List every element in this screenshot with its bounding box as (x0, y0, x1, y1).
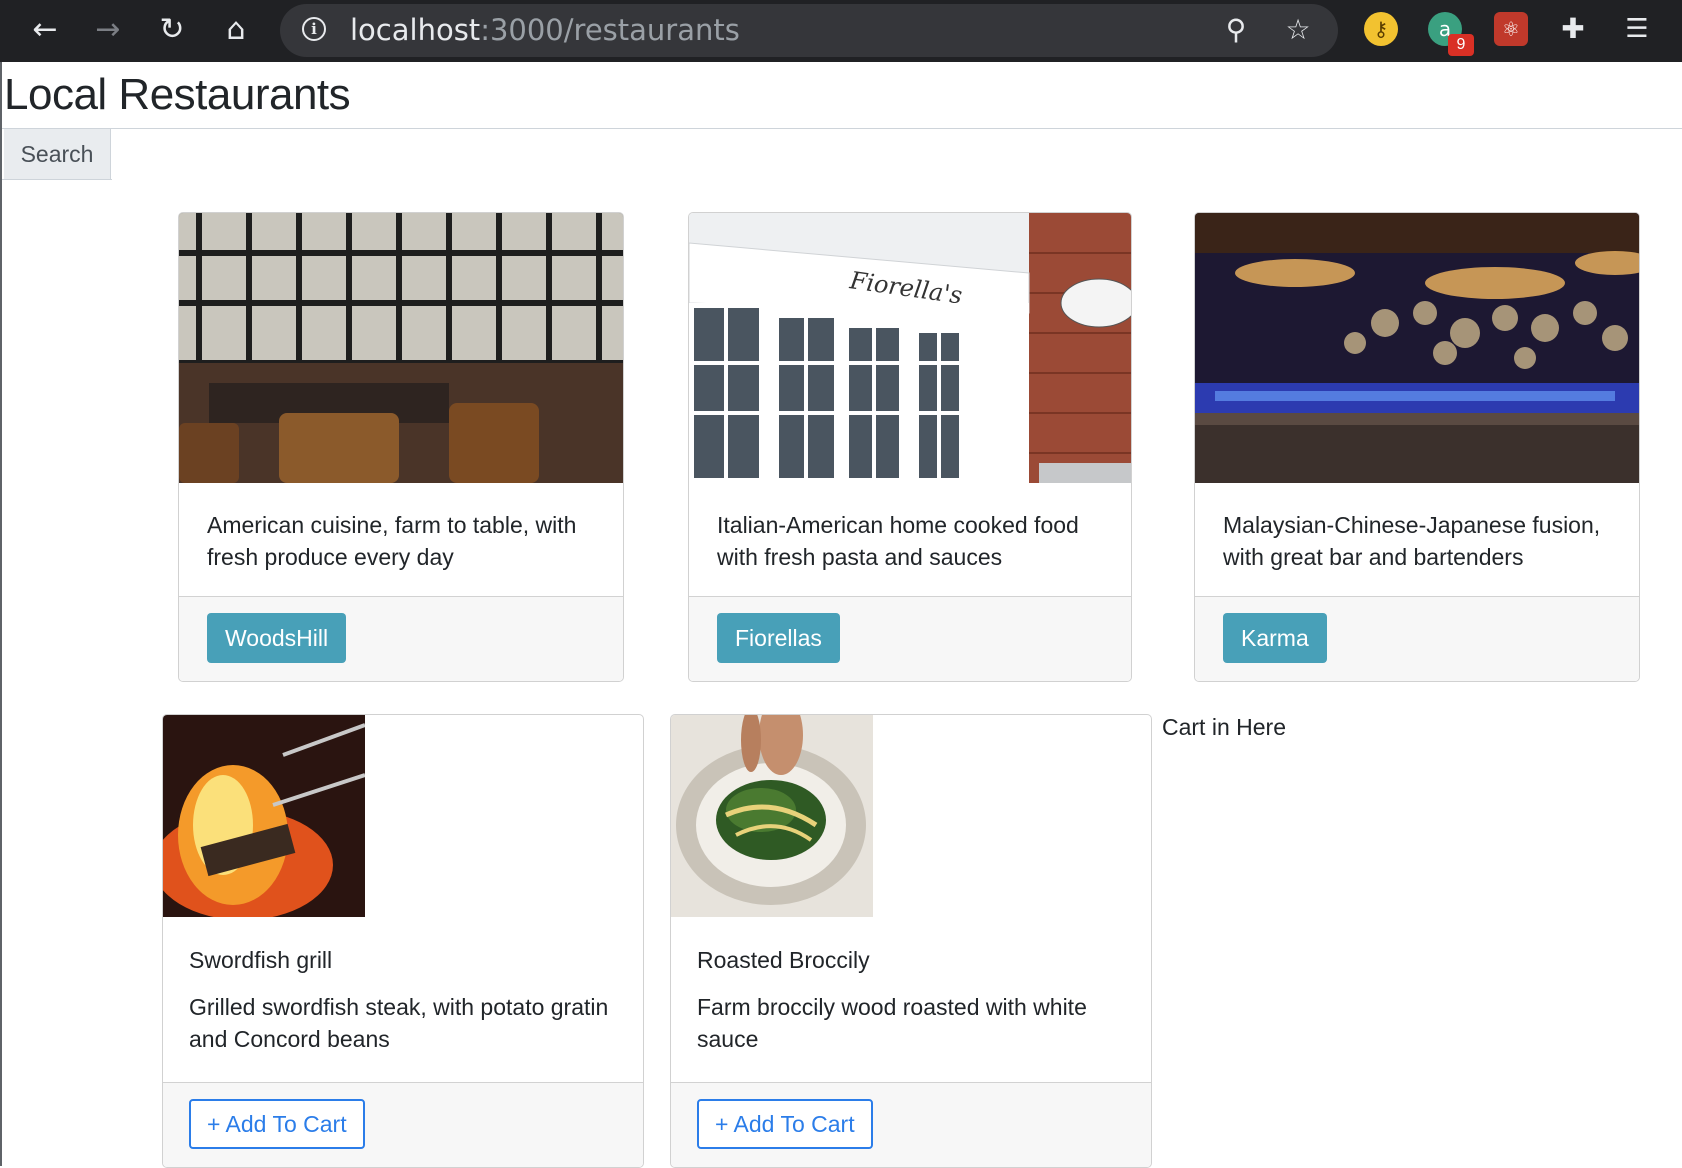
dish-image-swordfish (163, 715, 365, 917)
restaurant-description: Malaysian-Chinese-Japanese fusion, with … (1223, 512, 1601, 570)
restaurant-button-karma[interactable]: Karma (1223, 613, 1327, 663)
info-icon[interactable]: i (302, 17, 326, 41)
restaurant-card-karma: Malaysian-Chinese-Japanese fusion, with … (1194, 212, 1640, 682)
restaurant-card-fiorellas: Fiorella's Italian-American home cooked … (688, 212, 1132, 682)
extensions-icon[interactable]: ✚ (1556, 12, 1590, 46)
restaurant-image-karma (1195, 213, 1639, 483)
restaurant-button-fiorellas[interactable]: Fiorellas (717, 613, 840, 663)
card-footer: + Add To Cart (163, 1082, 643, 1167)
reading-list-icon[interactable]: ☰ (1620, 12, 1654, 46)
react-devtools-icon[interactable]: ⚛ (1494, 12, 1528, 46)
restaurant-description: Italian-American home cooked food with f… (717, 512, 1079, 570)
restaurant-description: American cuisine, farm to table, with fr… (207, 512, 577, 570)
card-footer: Karma (1195, 596, 1639, 681)
dish-name: Swordfish grill (189, 947, 333, 973)
search-group: Search (2, 128, 1682, 181)
address-bar[interactable]: i localhost:3000/restaurants ⚲ ☆ (280, 4, 1338, 57)
card-footer: Fiorellas (689, 596, 1131, 681)
dish-name: Roasted Broccily (697, 947, 870, 973)
star-icon[interactable]: ☆ (1278, 10, 1318, 50)
restaurant-image-fiorellas: Fiorella's (689, 213, 1131, 483)
card-footer: WoodsHill (179, 596, 623, 681)
url-path: :3000/restaurants (480, 13, 740, 47)
dish-image-broccily (671, 715, 873, 917)
add-to-cart-button[interactable]: + Add To Cart (697, 1099, 873, 1149)
dish-description: Farm broccily wood roasted with white sa… (697, 994, 1087, 1052)
url-text[interactable]: localhost:3000/restaurants (350, 4, 740, 57)
extension-badge: 9 (1448, 34, 1474, 56)
search-input[interactable] (112, 129, 1682, 181)
key-extension-icon[interactable]: ⚷ (1364, 12, 1398, 46)
home-icon[interactable]: ⌂ (216, 8, 256, 52)
page-content: Local Restaurants Search American cuisin… (0, 62, 1682, 1168)
dish-card-swordfish: Swordfish grill Grilled swordfish steak,… (162, 714, 644, 1168)
restaurant-card-woodshill: American cuisine, farm to table, with fr… (178, 212, 624, 682)
search-label: Search (4, 129, 111, 179)
zoom-icon[interactable]: ⚲ (1216, 10, 1256, 50)
back-icon[interactable]: ← (25, 8, 65, 52)
browser-toolbar: ← → ↻ ⌂ i localhost:3000/restaurants ⚲ ☆… (0, 0, 1682, 62)
add-to-cart-button[interactable]: + Add To Cart (189, 1099, 365, 1149)
card-footer: + Add To Cart (671, 1082, 1151, 1167)
cart-placeholder: Cart in Here (1162, 714, 1286, 740)
forward-icon[interactable]: → (88, 8, 128, 52)
reload-icon[interactable]: ↻ (152, 8, 192, 52)
page-title: Local Restaurants (4, 70, 351, 119)
dish-card-broccily: Roasted Broccily Farm broccily wood roas… (670, 714, 1152, 1168)
restaurant-button-woodshill[interactable]: WoodsHill (207, 613, 347, 663)
dish-description: Grilled swordfish steak, with potato gra… (189, 994, 609, 1052)
url-host: localhost (350, 13, 481, 47)
restaurant-image-woodshill (179, 213, 623, 483)
